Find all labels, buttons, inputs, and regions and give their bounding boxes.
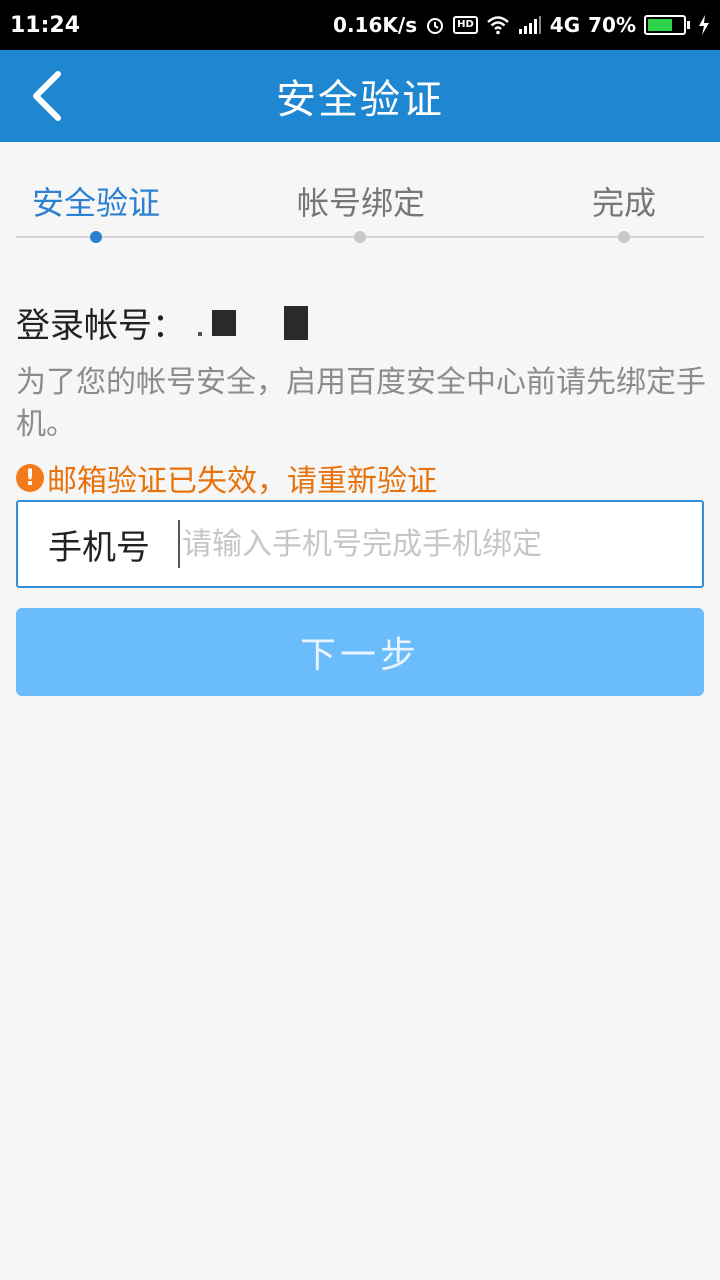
network-speed: 0.16K/s (333, 13, 418, 37)
step-label-security: 安全验证 (32, 184, 161, 222)
account-mask (284, 305, 308, 340)
step-dot-done (618, 231, 630, 243)
status-time: 11:24 (10, 12, 81, 38)
warning-icon: ! (16, 464, 44, 492)
phone-label: 手机号 (48, 527, 150, 568)
chevron-left-icon (33, 71, 61, 121)
network-type: 4G (549, 13, 581, 37)
warning-message: ! 邮箱验证已失效，请重新验证 (16, 456, 437, 500)
step-label-done: 完成 (592, 184, 657, 222)
account-mask (198, 331, 202, 336)
status-bar: 11:24 0.16K/s HD 4G 70% (0, 0, 720, 50)
battery-icon (644, 15, 690, 35)
security-description: 为了您的帐号安全，启用百度安全中心前请先绑定手机。 (16, 365, 706, 442)
page-title: 安全验证 (276, 77, 444, 123)
step-indicator: 安全验证 帐号绑定 完成 (16, 172, 704, 252)
battery-percent: 70% (588, 13, 636, 37)
status-icons: 0.16K/s HD 4G 70% (333, 13, 710, 37)
step-label-binding: 帐号绑定 (297, 184, 426, 222)
wifi-icon (486, 16, 509, 35)
account-label: 登录帐号： (16, 306, 186, 346)
charging-icon (699, 15, 709, 35)
alarm-icon (427, 18, 444, 34)
phone-input[interactable] (178, 520, 702, 568)
account-mask (212, 309, 236, 336)
back-button[interactable] (18, 68, 74, 124)
account-row: 登录帐号： (16, 298, 308, 347)
step-dot-security (90, 231, 102, 243)
signal-icon (518, 16, 541, 34)
warning-text: 邮箱验证已失效，请重新验证 (47, 464, 437, 499)
step-dot-binding (354, 231, 366, 243)
hd-icon: HD (453, 16, 478, 34)
next-step-button[interactable]: 下一步 (16, 608, 704, 696)
phone-field[interactable]: 手机号 (16, 500, 704, 588)
battery-level (648, 19, 672, 31)
nav-bar: 安全验证 (0, 50, 720, 142)
